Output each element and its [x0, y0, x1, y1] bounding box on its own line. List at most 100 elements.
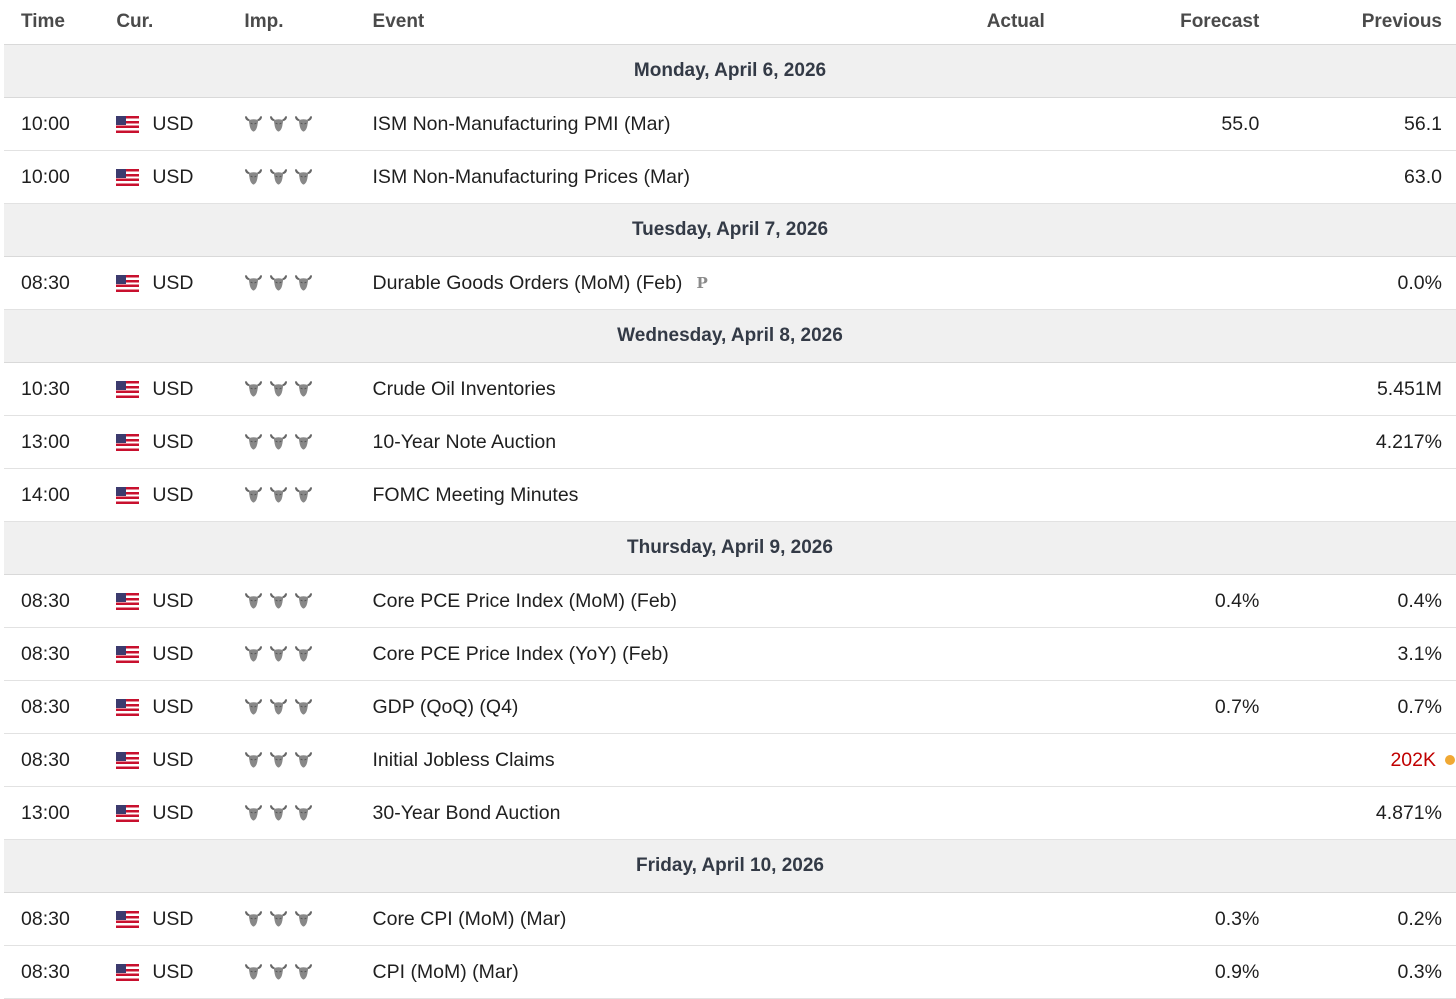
bull-icon [294, 804, 313, 822]
bull-svg [295, 487, 313, 503]
event-name-text[interactable]: Durable Goods Orders (MoM) (Feb) [373, 272, 683, 295]
event-time: 08:30 [21, 960, 70, 983]
bull-icon [269, 115, 288, 133]
event-time: 13:00 [21, 430, 70, 453]
header-importance[interactable]: Imp. [244, 11, 372, 33]
bull-svg [270, 275, 288, 291]
header-event[interactable]: Event [373, 11, 914, 33]
event-currency: USD [116, 431, 244, 454]
importance-rating [244, 486, 372, 504]
bull-svg [295, 699, 313, 715]
event-row[interactable]: 08:30 USD GDP (QoQ) (Q4) 0.7% 0.7% [4, 681, 1456, 734]
event-row[interactable]: 08:30 USD Core PCE Price Index (YoY) (Feb… [4, 628, 1456, 681]
event-time: 13:00 [21, 801, 70, 824]
bull-svg [295, 964, 313, 980]
importance-rating [244, 698, 372, 716]
event-name-text[interactable]: ISM Non-Manufacturing PMI (Mar) [373, 113, 671, 136]
event-row[interactable]: 08:30 USD Core CPI (MoM) (Mar) 0.3% 0.2% [4, 893, 1456, 946]
event-name-text[interactable]: CPI (MoM) (Mar) [373, 961, 519, 984]
event-row[interactable]: 08:30 USD Initial Jobless Claims 202K [4, 734, 1456, 787]
header-currency[interactable]: Cur. [116, 11, 244, 33]
event-row[interactable]: 08:30 USD Core PCE Price Index (MoM) (Feb… [4, 575, 1456, 628]
header-previous[interactable]: Previous [1259, 11, 1456, 33]
event-name[interactable]: FOMC Meeting Minutes [373, 484, 914, 507]
event-currency: USD [116, 590, 244, 613]
header-forecast[interactable]: Forecast [1053, 11, 1259, 33]
us-flag-icon [116, 698, 140, 716]
event-previous: 4.871% [1259, 802, 1456, 825]
us-flag-icon [116, 751, 140, 769]
bull-icon [244, 592, 263, 610]
event-name[interactable]: 30-Year Bond Auction [373, 802, 914, 825]
day-label: Friday, April 10, 2026 [636, 855, 824, 876]
bull-icon [244, 645, 263, 663]
bull-svg [295, 752, 313, 768]
event-name-text[interactable]: GDP (QoQ) (Q4) [373, 696, 519, 719]
event-row[interactable]: 08:30 USD CPI (MoM) (Mar) 0.9% 0.3% [4, 946, 1456, 999]
event-name[interactable]: ISM Non-Manufacturing Prices (Mar) [373, 166, 914, 189]
previous-value: 0.3% [1397, 960, 1442, 983]
event-currency: USD [116, 272, 244, 295]
bull-svg [245, 752, 263, 768]
event-name-text[interactable]: ISM Non-Manufacturing Prices (Mar) [373, 166, 691, 189]
day-label: Monday, April 6, 2026 [633, 60, 827, 81]
event-name[interactable]: ISM Non-Manufacturing PMI (Mar) [373, 113, 914, 136]
event-previous: 202K [1259, 749, 1456, 772]
event-name-text[interactable]: Crude Oil Inventories [373, 378, 556, 401]
previous-value: 0.2% [1397, 907, 1442, 930]
bull-icon [269, 592, 288, 610]
bull-svg [295, 434, 313, 450]
event-name-text[interactable]: Core PCE Price Index (MoM) (Feb) [373, 590, 678, 613]
event-name[interactable]: GDP (QoQ) (Q4) [373, 696, 914, 719]
event-name[interactable]: Core CPI (MoM) (Mar) [373, 908, 914, 931]
event-time: 08:30 [21, 589, 70, 612]
event-name[interactable]: Core PCE Price Index (MoM) (Feb) [373, 590, 914, 613]
economic-calendar: Time Cur. Imp. Event Actual Forecast Pre… [4, 0, 1456, 999]
us-flag-icon [116, 115, 140, 133]
event-row[interactable]: 08:30 USD Durable Goods Orders (MoM) (Feb… [4, 257, 1456, 310]
event-name-text[interactable]: 10-Year Note Auction [373, 431, 557, 454]
importance-rating [244, 910, 372, 928]
bull-svg [270, 593, 288, 609]
day-label: Thursday, April 9, 2026 [627, 537, 833, 558]
us-flag-icon [116, 168, 140, 186]
event-currency: USD [116, 749, 244, 772]
event-name[interactable]: Durable Goods Orders (MoM) (Feb) P [373, 272, 914, 295]
bull-svg [245, 381, 263, 397]
bull-icon [244, 380, 263, 398]
event-row[interactable]: 10:00 USD ISM Non-Manufacturing Prices (M… [4, 151, 1456, 204]
revised-indicator-dot[interactable] [1445, 755, 1455, 765]
bull-svg [295, 805, 313, 821]
event-name[interactable]: Core PCE Price Index (YoY) (Feb) [373, 643, 914, 666]
event-name-text[interactable]: Core PCE Price Index (YoY) (Feb) [373, 643, 669, 666]
event-name-text[interactable]: Core CPI (MoM) (Mar) [373, 908, 567, 931]
event-row[interactable]: 13:00 USD 30-Year Bond Auction 4.871% [4, 787, 1456, 840]
event-name[interactable]: Initial Jobless Claims [373, 749, 914, 772]
bull-svg [245, 593, 263, 609]
event-name-text[interactable]: Initial Jobless Claims [373, 749, 555, 772]
event-currency: USD [116, 696, 244, 719]
event-name[interactable]: 10-Year Note Auction [373, 431, 914, 454]
bull-svg [295, 911, 313, 927]
event-name-text[interactable]: FOMC Meeting Minutes [373, 484, 579, 507]
day-label: Wednesday, April 8, 2026 [617, 325, 843, 346]
event-name[interactable]: CPI (MoM) (Mar) [373, 961, 914, 984]
event-row[interactable]: 13:00 USD 10-Year Note Auction 4.217% [4, 416, 1456, 469]
event-name[interactable]: Crude Oil Inventories [373, 378, 914, 401]
event-previous: 0.4% [1259, 590, 1456, 613]
header-time[interactable]: Time [4, 11, 116, 33]
event-name-text[interactable]: 30-Year Bond Auction [373, 802, 561, 825]
previous-value: 0.7% [1397, 695, 1442, 718]
bull-svg [295, 116, 313, 132]
bull-icon [269, 910, 288, 928]
event-row[interactable]: 10:00 USD ISM Non-Manufacturing PMI (Mar)… [4, 98, 1456, 151]
event-row[interactable]: 10:30 USD Crude Oil Inventories 5.451M [4, 363, 1456, 416]
event-row[interactable]: 14:00 USD FOMC Meeting Minutes [4, 469, 1456, 522]
event-currency: USD [116, 802, 244, 825]
header-actual[interactable]: Actual [914, 11, 1053, 33]
bull-icon [294, 963, 313, 981]
bull-icon [244, 433, 263, 451]
bull-icon [294, 274, 313, 292]
importance-rating [244, 433, 372, 451]
event-currency: USD [116, 378, 244, 401]
